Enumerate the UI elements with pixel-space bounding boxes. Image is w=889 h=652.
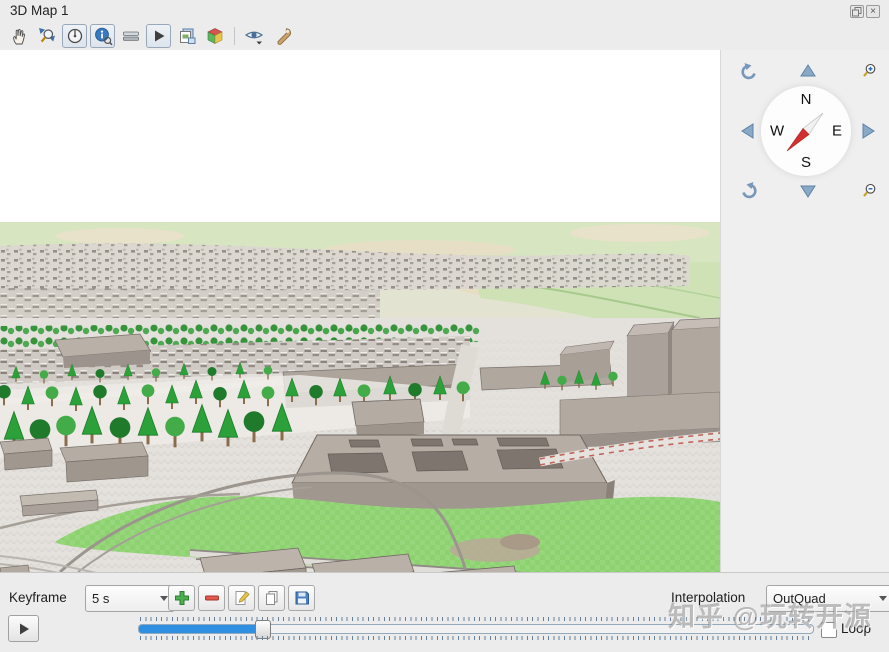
chevron-down-icon: [160, 596, 168, 601]
camera-navigation-toggle[interactable]: [62, 24, 87, 48]
compass-widget[interactable]: N S W E: [761, 86, 851, 176]
loop-checkbox[interactable]: [821, 622, 837, 638]
rotate-clockwise-button[interactable]: [739, 180, 759, 200]
play-icon: [16, 621, 32, 637]
timeline-ticks-top: [140, 617, 810, 621]
rotate-cw-icon: [740, 181, 758, 199]
loop-label: Loop: [841, 616, 871, 641]
rotate-counterclockwise-button[interactable]: [739, 61, 759, 81]
move-left-button[interactable]: [737, 121, 757, 141]
tilt-down-button[interactable]: [798, 181, 818, 201]
duplicate-keyframe-button[interactable]: [258, 585, 285, 611]
pan-hand-icon: [9, 26, 29, 46]
identify-icon: [93, 26, 113, 46]
add-keyframe-button[interactable]: [168, 585, 195, 611]
close-window-button[interactable]: ×: [866, 5, 880, 18]
zoom-in-button[interactable]: [859, 61, 879, 81]
keyframe-combobox[interactable]: 5 s: [85, 585, 175, 612]
timeline-slider[interactable]: [138, 624, 814, 634]
duplicate-icon: [263, 589, 281, 607]
zoom-out-button[interactable]: [859, 181, 879, 201]
toolbar: [0, 22, 889, 49]
remove-icon: [203, 589, 221, 607]
wrench-icon: [273, 26, 293, 46]
window-title: 3D Map 1: [10, 3, 69, 18]
down-arrow-icon: [799, 183, 817, 199]
save-as-image-button[interactable]: [174, 24, 199, 48]
scene-settings-button[interactable]: [202, 24, 227, 48]
left-arrow-icon: [739, 122, 755, 140]
right-arrow-icon: [861, 122, 877, 140]
zoom-out-icon: [860, 182, 878, 200]
navigation-dial-icon: [65, 26, 85, 46]
interpolation-value: OutQuad: [773, 591, 826, 606]
add-icon: [173, 589, 191, 607]
compass-needle: [761, 86, 851, 176]
float-window-button[interactable]: [850, 5, 864, 18]
camera-pan-button[interactable]: [6, 24, 31, 48]
zoom-full-button[interactable]: [34, 24, 59, 48]
titlebar: 3D Map 1 ×: [0, 0, 889, 22]
pencil-icon: [233, 589, 251, 607]
timeline-ticks-bottom: [140, 636, 810, 640]
animations-button[interactable]: [146, 24, 171, 48]
zoom-in-icon: [860, 62, 878, 80]
interpolation-label: Interpolation: [671, 585, 745, 610]
keyframe-label: Keyframe: [9, 585, 67, 610]
edit-keyframe-button[interactable]: [228, 585, 255, 611]
rotate-ccw-icon: [740, 62, 758, 80]
close-icon: ×: [870, 7, 876, 17]
move-right-button[interactable]: [859, 121, 879, 141]
play-animation-button[interactable]: [8, 615, 39, 642]
save-icon: [293, 589, 311, 607]
camera-eye-icon: [244, 26, 266, 46]
measure-line-button[interactable]: [118, 24, 143, 48]
interpolation-combobox[interactable]: OutQuad: [766, 585, 889, 612]
tilt-up-button[interactable]: [798, 61, 818, 81]
scene-cube-icon: [205, 26, 225, 46]
keyframe-value: 5 s: [92, 591, 109, 606]
zoom-full-icon: [37, 26, 57, 46]
identify-button[interactable]: [90, 24, 115, 48]
remove-keyframe-button[interactable]: [198, 585, 225, 611]
play-animation-icon: [149, 26, 169, 46]
map-3d-viewport[interactable]: [0, 50, 721, 572]
toolbar-separator: [234, 27, 235, 45]
animation-panel: Keyframe 5 s Interpolation OutQua: [0, 572, 889, 652]
save-image-icon: [177, 26, 197, 46]
measure-line-icon: [121, 26, 141, 46]
configure-button[interactable]: [270, 24, 295, 48]
map-3d-scene: [0, 50, 720, 572]
chevron-down-icon: [879, 596, 887, 601]
up-arrow-icon: [799, 63, 817, 79]
camera-view-button[interactable]: [242, 24, 267, 48]
float-window-icon: [852, 7, 862, 17]
export-animation-button[interactable]: [288, 585, 315, 611]
camera-navigation-panel: N S W E: [721, 50, 889, 572]
